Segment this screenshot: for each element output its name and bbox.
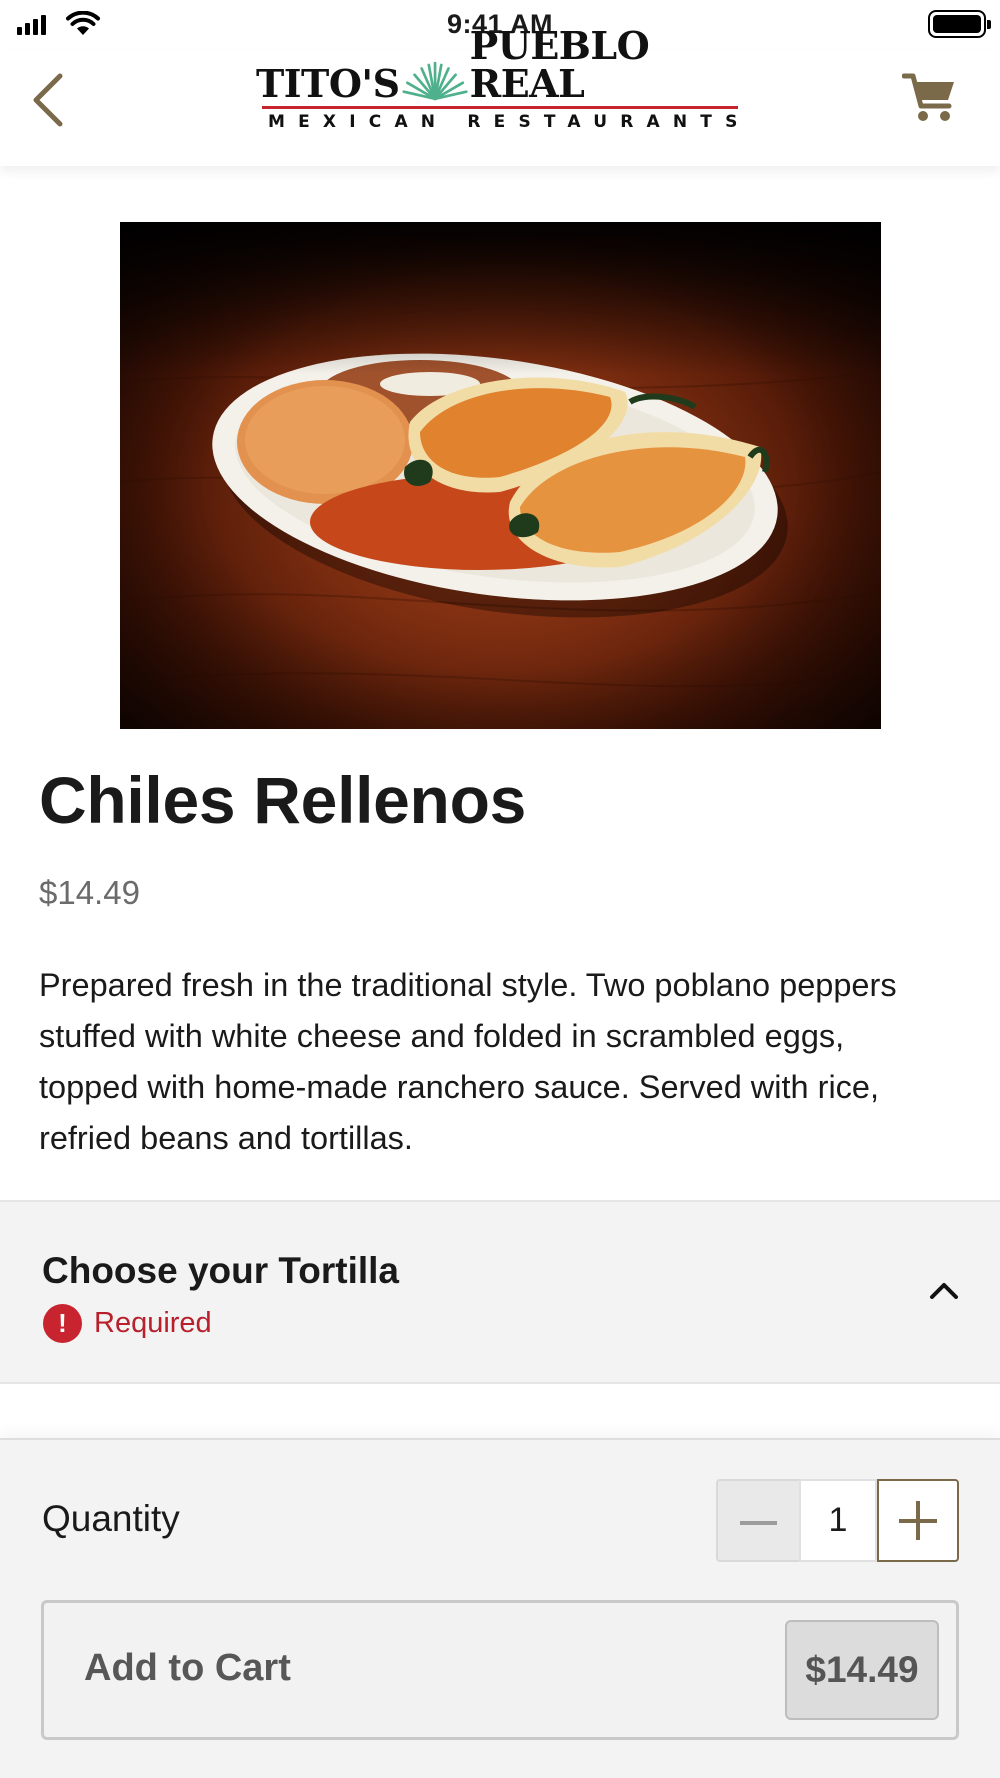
item-description: Prepared fresh in the traditional style.… [39,967,897,1156]
required-label: Required [94,1307,212,1339]
alert-icon: ! [43,1304,82,1343]
nav-header: TITO'S PUEBLO REAL MEXICAN RESTAURANTS [0,27,1000,166]
logo-text-pueblo-real: PUEBLO REAL [469,23,650,106]
restaurant-logo: TITO'S PUEBLO REAL MEXICAN RESTAURANTS [256,27,751,138]
item-price: $14.49 [39,874,140,911]
order-footer: Quantity 1 Add to Cart $14.49 [0,1438,1000,1778]
option-title: Choose your Tortilla [42,1250,400,1291]
required-indicator: ! Required [43,1304,212,1343]
decrease-quantity-button[interactable] [716,1479,799,1562]
back-button[interactable] [24,66,74,130]
add-to-cart-label: Add to Cart [84,1647,291,1689]
shopping-cart-icon [901,73,954,121]
battery-icon [928,10,991,38]
chevron-up-icon[interactable] [926,1272,962,1308]
chevron-left-icon [33,73,63,127]
item-name: Chiles Rellenos [39,763,526,837]
quantity-stepper: 1 [716,1479,959,1562]
logo-rule [262,106,738,109]
agave-icon [401,61,468,101]
logo-text-titos: TITO'S [256,61,400,106]
tortilla-option-group[interactable]: Choose your Tortilla ! Required [0,1200,1000,1384]
quantity-label: Quantity [42,1498,180,1539]
increase-quantity-button[interactable] [877,1479,959,1562]
item-photo [120,222,881,729]
add-to-cart-button[interactable]: Add to Cart $14.49 [41,1600,959,1740]
quantity-value: 1 [799,1479,877,1562]
cart-button[interactable] [901,72,958,124]
logo-subtitle: MEXICAN RESTAURANTS [268,112,751,132]
add-to-cart-price: $14.49 [785,1620,939,1720]
